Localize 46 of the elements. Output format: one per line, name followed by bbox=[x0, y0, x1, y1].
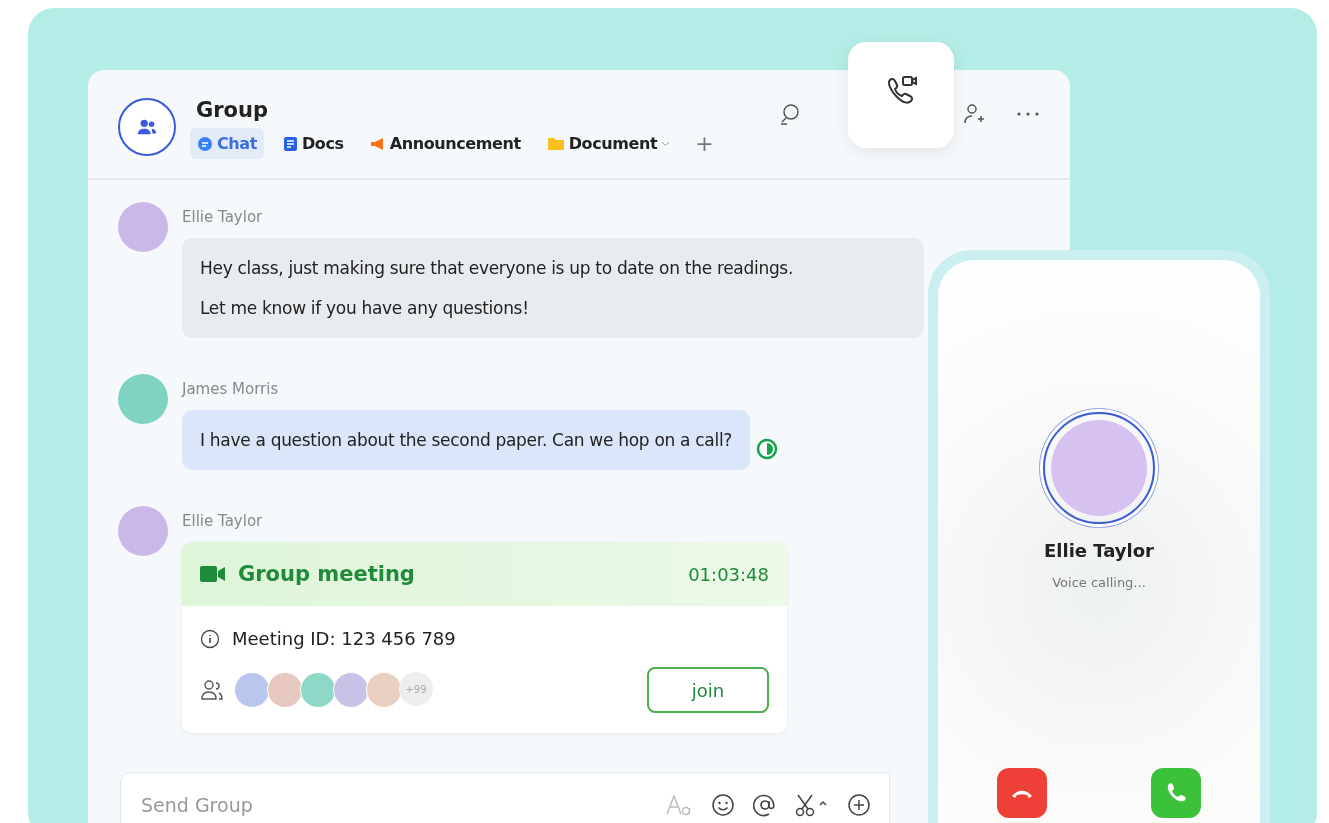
sender-name: James Morris bbox=[182, 380, 280, 398]
avatar bbox=[118, 506, 168, 556]
read-status-icon bbox=[756, 438, 779, 460]
join-button[interactable]: join bbox=[647, 667, 769, 713]
tab[interactable]: Docs bbox=[276, 128, 351, 159]
chevron-down-icon bbox=[661, 140, 671, 147]
participant-avatar bbox=[333, 672, 369, 708]
participants-icon bbox=[200, 679, 224, 701]
participant-avatar bbox=[300, 672, 336, 708]
add-person-icon[interactable] bbox=[962, 102, 986, 126]
mention-icon[interactable] bbox=[753, 793, 777, 817]
megaphone-icon bbox=[369, 136, 386, 151]
participant-avatar bbox=[234, 672, 270, 708]
tab[interactable]: Chat bbox=[190, 128, 264, 159]
tab[interactable]: Document bbox=[539, 128, 678, 159]
folder-icon bbox=[546, 136, 565, 151]
avatar bbox=[118, 202, 168, 252]
avatar bbox=[118, 374, 168, 424]
more-participants-count: +99 bbox=[399, 672, 433, 706]
call-status: Voice calling... bbox=[1052, 575, 1146, 590]
message-bubble: I have a question about the second paper. Can we hop on a call? bbox=[182, 410, 751, 470]
participant-avatar bbox=[267, 672, 303, 708]
emoji-icon[interactable] bbox=[711, 793, 735, 817]
sender-name: Ellie Taylor bbox=[182, 512, 264, 530]
tab[interactable]: Announcement bbox=[362, 128, 528, 159]
caller-name: Ellie Taylor bbox=[1044, 540, 1154, 561]
meeting-timer: 01:03:48 bbox=[688, 563, 769, 585]
meeting-id: Meeting ID: 123 456 789 bbox=[232, 628, 456, 649]
add-tab-button[interactable]: + bbox=[689, 130, 720, 157]
participant-avatar bbox=[366, 672, 402, 708]
message-bubble: Hey class, just making sure that everyone is up to date on the readings. Let me know if you have any questions! bbox=[182, 238, 924, 338]
chat-bubble-icon bbox=[197, 135, 213, 152]
group-title: Group bbox=[196, 98, 269, 122]
info-icon bbox=[200, 628, 220, 649]
sender-name: Ellie Taylor bbox=[182, 208, 264, 226]
decline-button[interactable] bbox=[997, 768, 1047, 818]
video-call-button[interactable] bbox=[848, 42, 954, 148]
group-icon bbox=[118, 98, 176, 156]
search-icon[interactable] bbox=[778, 102, 802, 126]
video-camera-icon bbox=[200, 565, 226, 583]
phone-icon bbox=[1165, 782, 1187, 804]
more-icon[interactable] bbox=[1016, 111, 1040, 117]
add-icon[interactable] bbox=[847, 793, 871, 817]
scissors-icon[interactable] bbox=[795, 793, 829, 817]
meeting-title: Group meeting bbox=[238, 562, 416, 586]
document-icon bbox=[283, 135, 298, 152]
